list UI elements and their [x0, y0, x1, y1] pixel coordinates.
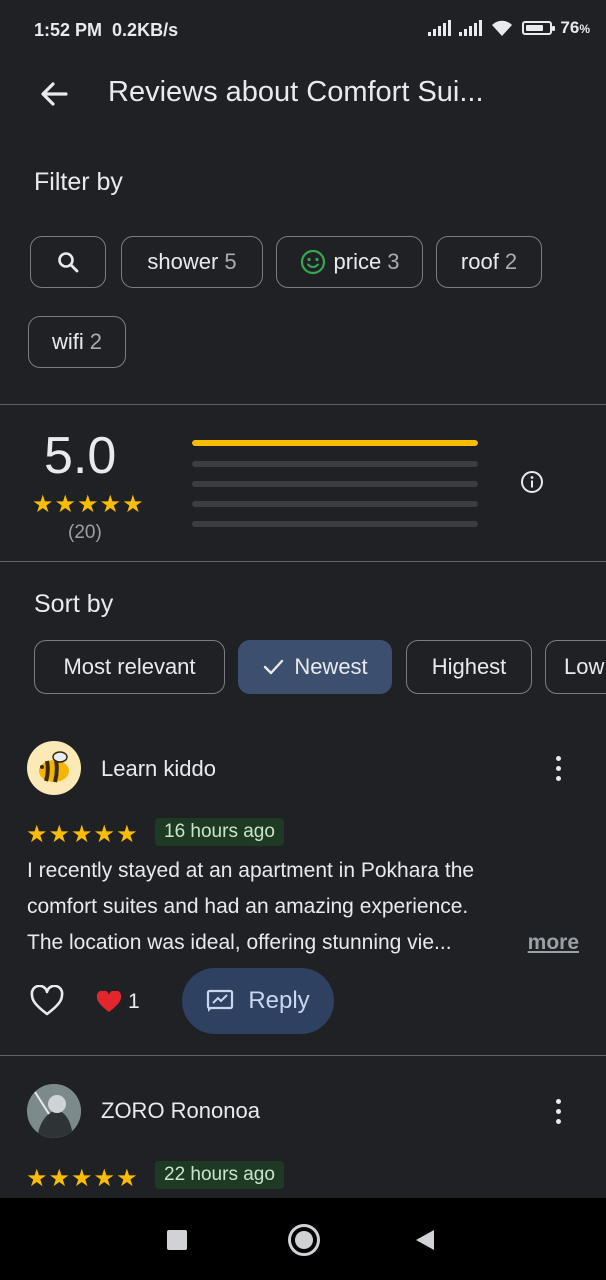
status-bar: 1:52 PM 0.2KB/s 76%: [0, 0, 606, 60]
home-button[interactable]: [288, 1224, 320, 1256]
network-speed: 0.2KB/s: [112, 20, 179, 40]
divider: [0, 561, 606, 562]
review-stars: ★★★★★: [26, 821, 139, 848]
avatar[interactable]: [27, 1084, 81, 1138]
status-icons: 76%: [428, 18, 590, 38]
reply-button[interactable]: Reply: [182, 968, 334, 1034]
reply-icon: [207, 989, 234, 1012]
heart-filled-icon: [96, 991, 122, 1012]
battery-text: 76%: [560, 18, 590, 37]
filter-chip-price[interactable]: price 3: [276, 236, 423, 288]
page-title: Reviews about Comfort Sui...: [108, 76, 484, 108]
more-vert-icon[interactable]: [556, 1099, 562, 1129]
recents-button[interactable]: [167, 1230, 187, 1250]
wifi-icon: [492, 20, 513, 36]
avatar[interactable]: [27, 741, 81, 795]
rating-bar-3: [192, 481, 478, 487]
sort-highest[interactable]: Highest: [406, 640, 532, 694]
like-count: 1: [128, 990, 140, 1013]
heart-outline-icon[interactable]: [29, 984, 65, 1022]
bee-icon: [39, 751, 69, 783]
rating-bar-2: [192, 501, 478, 507]
filter-chip-wifi[interactable]: wifi 2: [28, 316, 126, 368]
divider: [0, 404, 606, 405]
smiley-icon: [300, 249, 325, 275]
review-time: 16 hours ago: [155, 818, 284, 846]
cell-signal-icon: [428, 20, 452, 36]
search-icon: [58, 252, 79, 273]
more-link[interactable]: more: [528, 925, 579, 961]
info-icon[interactable]: [520, 470, 544, 494]
sort-label: Sort by: [34, 590, 114, 618]
more-vert-icon[interactable]: [556, 756, 562, 786]
review-time: 22 hours ago: [155, 1161, 284, 1189]
rating-bar-4: [192, 461, 478, 467]
review-count: (20): [68, 522, 102, 543]
likes: 1: [96, 990, 140, 1014]
filter-chip-roof[interactable]: roof 2: [436, 236, 542, 288]
review-stars: ★★★★★: [26, 1165, 139, 1192]
reviewer-name[interactable]: ZORO Rononoa: [101, 1098, 260, 1124]
system-nav-bar: [0, 1198, 606, 1280]
sort-lowest[interactable]: Low: [545, 640, 606, 694]
battery-icon: [522, 21, 556, 35]
sort-most-relevant[interactable]: Most relevant: [34, 640, 225, 694]
status-time: 1:52 PM 0.2KB/s: [34, 20, 179, 40]
average-score: 5.0: [44, 427, 117, 485]
profile-photo-icon: [27, 1084, 81, 1138]
cell-signal-2-icon: [459, 20, 483, 36]
filter-chip-shower[interactable]: shower 5: [121, 236, 263, 288]
check-icon: [264, 659, 284, 675]
average-stars: ★★★★★: [32, 491, 145, 518]
rating-bar-1: [192, 521, 478, 527]
reviewer-name[interactable]: Learn kiddo: [101, 756, 216, 782]
back-button[interactable]: [414, 1228, 436, 1257]
arrow-back-icon[interactable]: [36, 76, 72, 112]
sort-newest[interactable]: Newest: [238, 640, 392, 694]
filter-label: Filter by: [34, 168, 123, 196]
rating-bar-5: [192, 440, 478, 446]
divider: [0, 1055, 606, 1056]
filter-search-chip[interactable]: [30, 236, 106, 288]
review-text: I recently stayed at an apartment in Pok…: [27, 853, 587, 961]
